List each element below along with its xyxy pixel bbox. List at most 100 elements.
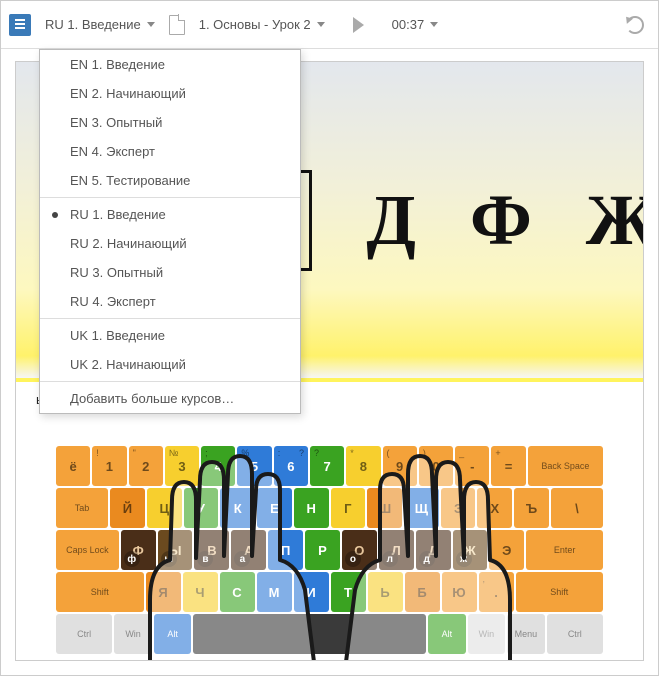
key[interactable]: Ctrl [56, 614, 112, 654]
key[interactable]: (9 [383, 446, 417, 486]
play-button[interactable] [339, 11, 378, 39]
key[interactable]: Tab [56, 488, 108, 528]
course-menu-item[interactable]: RU 3. Опытный [40, 258, 300, 287]
key[interactable]: Вв [194, 530, 229, 570]
key[interactable]: Win [114, 614, 152, 654]
course-menu-item[interactable]: RU 1. Введение [40, 200, 300, 229]
key[interactable]: %5 [237, 446, 271, 486]
key[interactable]: Shift [516, 572, 604, 612]
key[interactable]: Ь [368, 572, 403, 612]
document-icon [169, 15, 185, 35]
keyboard-row: ё!1"2№3;4%5:?6?7*8(9)0_-+=Back Space [56, 446, 603, 486]
key[interactable]: №3 [165, 446, 199, 486]
course-menu-item[interactable]: RU 2. Начинающий [40, 229, 300, 258]
key[interactable]: Й [110, 488, 145, 528]
key[interactable]: Н [294, 488, 329, 528]
key[interactable]: Г [331, 488, 366, 528]
key[interactable]: Е [257, 488, 292, 528]
key[interactable]: Э [489, 530, 524, 570]
course-label: RU 1. Введение [45, 17, 141, 32]
key[interactable]: _- [455, 446, 489, 486]
key[interactable]: Т [331, 572, 366, 612]
chevron-down-icon [147, 22, 155, 27]
key[interactable]: Ctrl [547, 614, 603, 654]
key[interactable]: Menu [507, 614, 545, 654]
key[interactable]: !1 [92, 446, 126, 486]
keyboard-row: Caps LockФфЫыВвАаПРОоЛлДдЖжЭEnter [56, 530, 603, 570]
key[interactable]: "2 [129, 446, 163, 486]
key[interactable]: Ц [147, 488, 182, 528]
key[interactable]: Щ [404, 488, 439, 528]
practice-letter: Ж [586, 179, 644, 262]
key[interactable]: \ [551, 488, 603, 528]
key[interactable]: :?6 [274, 446, 308, 486]
practice-letter: Ф [470, 179, 532, 262]
key[interactable]: Alt [154, 614, 192, 654]
course-menu-item[interactable]: EN 5. Тестирование [40, 166, 300, 195]
keyboard-row: ShiftЯЧСМИТЬБЮ,.Shift [56, 572, 603, 612]
key[interactable]: С [220, 572, 255, 612]
course-menu-item[interactable]: Добавить больше курсов… [40, 384, 300, 413]
key[interactable]: Фф [121, 530, 156, 570]
course-menu-item[interactable]: UK 2. Начинающий [40, 350, 300, 379]
key[interactable]: Б [405, 572, 440, 612]
key[interactable]: Лл [379, 530, 414, 570]
chevron-down-icon [317, 22, 325, 27]
key[interactable]: += [491, 446, 525, 486]
key[interactable]: Ыы [158, 530, 193, 570]
key[interactable]: Caps Lock [56, 530, 119, 570]
key[interactable]: Ъ [514, 488, 549, 528]
menu-separator [40, 318, 300, 319]
key[interactable]: Оо [342, 530, 377, 570]
play-icon [353, 17, 364, 33]
course-menu-item[interactable]: RU 4. Эксперт [40, 287, 300, 316]
course-icon [9, 14, 31, 36]
key[interactable]: Enter [526, 530, 603, 570]
key[interactable]: Shift [56, 572, 144, 612]
course-menu-item[interactable]: EN 1. Введение [40, 50, 300, 79]
chevron-down-icon [430, 22, 438, 27]
key[interactable]: М [257, 572, 292, 612]
keyboard-row: TabЙЦУКЕНГШЩЗХЪ\ [56, 488, 603, 528]
key[interactable]: )0 [419, 446, 453, 486]
course-dropdown-button[interactable]: RU 1. Введение [37, 11, 163, 38]
key[interactable]: Аа [231, 530, 266, 570]
key[interactable]: Ш [367, 488, 402, 528]
course-menu-item[interactable]: EN 2. Начинающий [40, 79, 300, 108]
timer-value: 00:37 [392, 17, 425, 32]
course-dropdown-menu: EN 1. ВведениеEN 2. НачинающийEN 3. Опыт… [39, 49, 301, 414]
key[interactable]: И [294, 572, 329, 612]
key[interactable]: ?7 [310, 446, 344, 486]
key[interactable]: ё [56, 446, 90, 486]
key[interactable]: ,. [479, 572, 514, 612]
timer-dropdown-button[interactable]: 00:37 [384, 11, 447, 38]
practice-letter: Д [366, 179, 416, 262]
key[interactable]: ;4 [201, 446, 235, 486]
key[interactable]: Р [305, 530, 340, 570]
virtual-keyboard: ё!1"2№3;4%5:?6?7*8(9)0_-+=Back SpaceTabЙ… [56, 446, 603, 654]
course-menu-item[interactable]: EN 3. Опытный [40, 108, 300, 137]
key[interactable]: Х [477, 488, 512, 528]
key[interactable] [193, 614, 426, 654]
key[interactable]: У [184, 488, 219, 528]
key[interactable]: Ч [183, 572, 218, 612]
refresh-icon[interactable] [626, 16, 644, 34]
key[interactable]: К [220, 488, 255, 528]
key[interactable]: Жж [453, 530, 488, 570]
key[interactable]: Back Space [528, 446, 603, 486]
key[interactable]: Дд [416, 530, 451, 570]
key[interactable]: *8 [346, 446, 380, 486]
course-menu-item[interactable]: UK 1. Введение [40, 321, 300, 350]
menu-separator [40, 381, 300, 382]
toolbar: RU 1. Введение 1. Основы - Урок 2 00:37 [1, 1, 658, 49]
keyboard-row: CtrlWinAltAltWinMenuCtrl [56, 614, 603, 654]
key[interactable]: З [441, 488, 476, 528]
menu-separator [40, 197, 300, 198]
key[interactable]: П [268, 530, 303, 570]
key[interactable]: Alt [428, 614, 466, 654]
lesson-dropdown-button[interactable]: 1. Основы - Урок 2 [191, 11, 333, 38]
key[interactable]: Ю [442, 572, 477, 612]
course-menu-item[interactable]: EN 4. Эксперт [40, 137, 300, 166]
key[interactable]: Win [468, 614, 506, 654]
key[interactable]: Я [146, 572, 181, 612]
